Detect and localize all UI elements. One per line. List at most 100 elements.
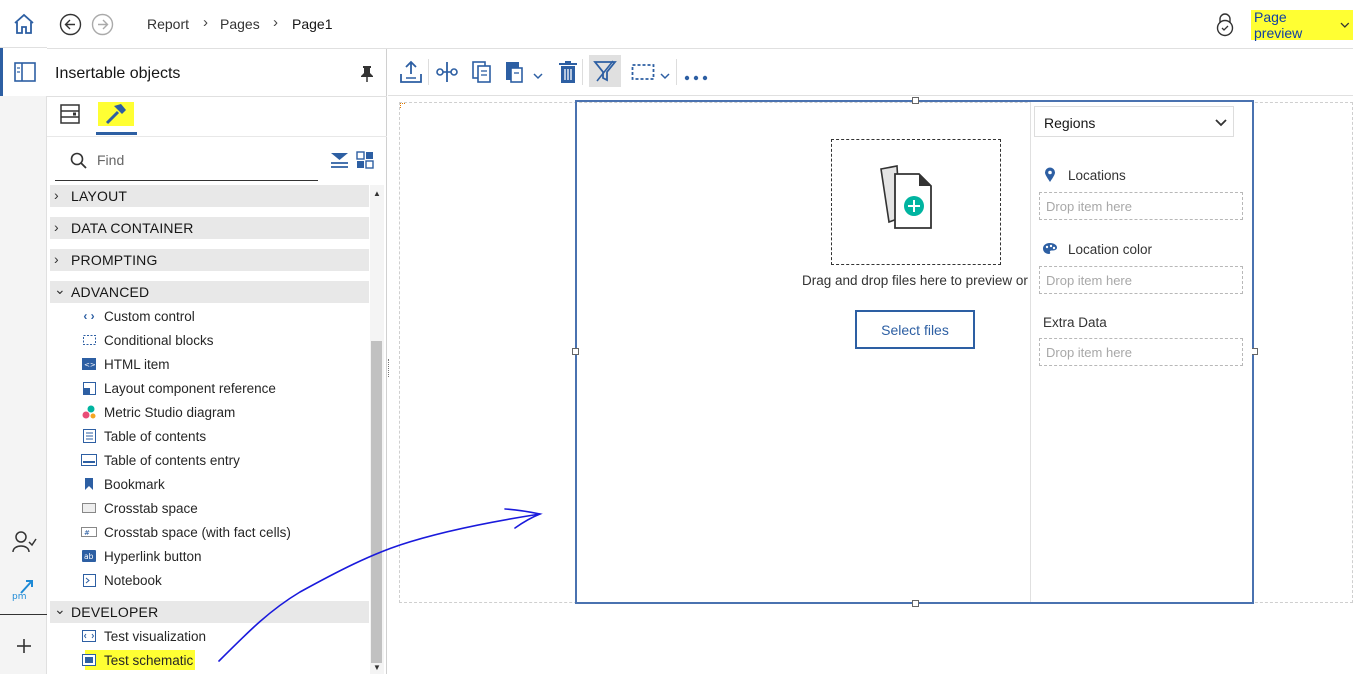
delete-icon[interactable]: [558, 60, 578, 89]
breadcrumb-pages[interactable]: Pages: [220, 16, 260, 32]
list-item[interactable]: <> HTML item: [81, 353, 170, 375]
svg-text:ab: ab: [84, 552, 94, 561]
hyperlink-button-icon: ab: [81, 549, 97, 563]
paste-icon[interactable]: [504, 60, 526, 89]
filter-button[interactable]: [589, 55, 621, 87]
list-item[interactable]: Metric Studio diagram: [81, 401, 235, 423]
panel-title: Insertable objects: [55, 65, 181, 82]
chevron-down-icon: ⌄: [54, 601, 66, 617]
home-icon[interactable]: [0, 0, 47, 48]
toolbox-tab[interactable]: [96, 99, 137, 135]
location-color-drop-zone[interactable]: Drop item here: [1039, 266, 1243, 294]
view-toggle-icon[interactable]: [356, 151, 374, 174]
locations-drop-zone[interactable]: Drop item here: [1039, 192, 1243, 220]
resize-handle[interactable]: [912, 97, 919, 104]
section-data-container[interactable]: › DATA CONTAINER: [50, 217, 369, 239]
list-item[interactable]: Layout component reference: [81, 377, 276, 399]
crosstab-fact-icon: #: [81, 525, 97, 539]
select-options-chevron-icon[interactable]: [660, 67, 670, 85]
more-options-icon[interactable]: [684, 68, 708, 86]
user-check-icon[interactable]: [0, 518, 47, 566]
select-files-button[interactable]: Select files: [855, 310, 975, 349]
resize-handle[interactable]: [912, 600, 919, 607]
chevron-down-icon: [1340, 22, 1350, 28]
page-preview-label: Page preview: [1254, 9, 1303, 41]
developer-logo-icon[interactable]: pm: [0, 566, 47, 614]
cut-icon[interactable]: [435, 60, 459, 89]
file-drop-area[interactable]: [831, 139, 1001, 265]
lock-icon[interactable]: [1215, 13, 1235, 42]
regions-select[interactable]: Regions: [1034, 106, 1234, 137]
breadcrumb-page1[interactable]: Page1: [292, 16, 332, 32]
add-icon[interactable]: [0, 622, 47, 670]
svg-text:#: #: [84, 529, 90, 537]
notebook-icon: [81, 573, 97, 587]
find-search-field[interactable]: Find: [55, 143, 318, 181]
list-item[interactable]: Notebook: [81, 569, 162, 591]
scrollbar-thumb[interactable]: [371, 341, 382, 663]
find-placeholder: Find: [97, 152, 125, 168]
resize-handle[interactable]: [1251, 348, 1258, 355]
pin-icon[interactable]: [360, 65, 374, 88]
select-box-icon[interactable]: [631, 63, 655, 86]
list-item[interactable]: ab Hyperlink button: [81, 545, 202, 567]
panel-scrollbar[interactable]: ▲ ▼: [370, 185, 384, 674]
left-rail: pm: [0, 0, 47, 674]
list-item[interactable]: Table of contents entry: [81, 449, 240, 471]
drop-instructions: Drag and drop files here to preview or: [802, 273, 1028, 288]
page-preview-dropdown[interactable]: Page preview: [1251, 9, 1353, 41]
code-icon: ‹ ›: [83, 309, 95, 323]
list-item[interactable]: Test visualization: [81, 625, 206, 647]
section-layout[interactable]: › LAYOUT: [50, 185, 369, 207]
list-item[interactable]: ‹ › Custom control: [81, 305, 194, 327]
svg-text:<>: <>: [84, 361, 96, 369]
copy-icon[interactable]: [471, 60, 493, 89]
list-item[interactable]: Bookmark: [81, 473, 165, 495]
data-source-tab-icon[interactable]: [60, 104, 80, 129]
toc-icon: [81, 429, 97, 443]
visualization-icon: [81, 629, 97, 643]
chevron-right-icon: ›: [54, 187, 59, 203]
chevron-down-icon: ⌄: [54, 281, 66, 297]
section-advanced[interactable]: ⌄ ADVANCED: [50, 281, 369, 303]
report-canvas: Drag and drop files here to preview or S…: [388, 49, 1353, 674]
forward-icon[interactable]: [91, 13, 114, 41]
hammer-icon: [105, 104, 126, 125]
toc-entry-icon: [81, 453, 97, 467]
crosstab-space-icon: [81, 501, 97, 515]
scroll-up-icon[interactable]: ▲: [373, 189, 381, 198]
bookmark-icon: [81, 477, 97, 491]
select-ancestor-icon[interactable]: [399, 60, 423, 89]
paste-options-chevron-icon[interactable]: [533, 67, 543, 85]
list-item[interactable]: Conditional blocks: [81, 329, 214, 351]
extra-data-label: Extra Data: [1043, 315, 1107, 330]
section-prompting[interactable]: › PROMPTING: [50, 249, 369, 271]
canvas-toolbar: [388, 49, 1353, 96]
chevron-down-icon: [1215, 119, 1227, 127]
list-item[interactable]: # Crosstab space (with fact cells): [81, 521, 291, 543]
rail-divider: [0, 614, 47, 615]
panel-toggle-icon[interactable]: [0, 48, 47, 96]
list-item[interactable]: Crosstab space: [81, 497, 198, 519]
panel-resize-handle[interactable]: [388, 359, 391, 377]
layout-reference-icon: [81, 381, 97, 395]
regions-select-value: Regions: [1044, 115, 1096, 131]
chevron-right-icon: ›: [54, 251, 59, 267]
list-item[interactable]: Table of contents: [81, 425, 206, 447]
metric-diagram-icon: [81, 405, 97, 419]
location-pin-icon: [1045, 167, 1055, 182]
insertable-objects-panel: Insertable objects Find › LAYOUT › DATA CO…: [47, 49, 387, 674]
svg-text:pm: pm: [12, 592, 26, 602]
scroll-down-icon[interactable]: ▼: [373, 663, 381, 672]
html-icon: <>: [81, 357, 97, 371]
extra-data-drop-zone[interactable]: Drop item here: [1039, 338, 1243, 366]
breadcrumb-separator: ›: [203, 14, 208, 31]
filter-list-icon[interactable]: [330, 151, 349, 174]
back-icon[interactable]: [59, 13, 82, 41]
list-item[interactable]: Test schematic: [81, 649, 193, 671]
search-icon: [70, 152, 87, 169]
section-developer[interactable]: ⌄ DEVELOPER: [50, 601, 369, 623]
locations-label: Locations: [1068, 168, 1126, 183]
resize-handle[interactable]: [572, 348, 579, 355]
breadcrumb-report[interactable]: Report: [147, 16, 189, 32]
